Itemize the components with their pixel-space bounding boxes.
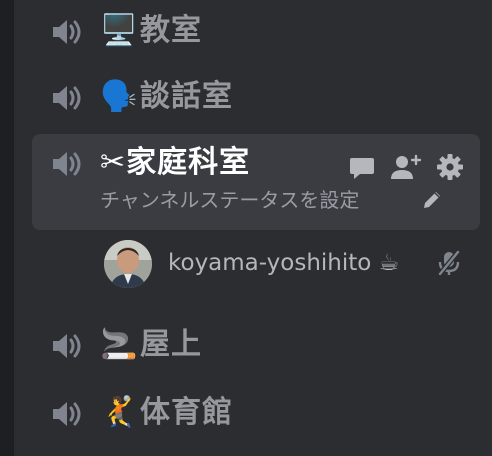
mic-muted-icon [438,250,460,276]
voice-member[interactable]: koyama-yoshihito ☕ [104,238,480,290]
channel-name: 屋上 [140,327,202,362]
channel-emoji: 🖥️ [100,13,138,48]
channel-emoji: 🚬 [100,327,138,362]
channel-name: 談話室 [140,79,233,114]
voice-channel-list: 🖥️ 教室 🗣️ 談話室 ✂家庭科室 チャンネルステータスを設定 koyama-… [0,0,492,456]
speaker-icon [53,152,81,176]
voice-channel-okujou[interactable]: 🚬 屋上 [32,316,480,376]
voice-channel-kateikashitsu[interactable]: ✂家庭科室 チャンネルステータスを設定 [32,134,480,230]
channel-emoji: 🗣️ [100,79,138,114]
channel-emoji: 🤾 [100,395,138,430]
channel-name: ✂家庭科室 [100,145,251,180]
voice-channel-danwashitsu[interactable]: 🗣️ 談話室 [32,68,480,128]
chat-bubble-icon[interactable] [348,153,376,181]
channel-actions [348,152,464,182]
speaker-icon [53,402,81,426]
speaker-icon [53,86,81,110]
channel-name: 教室 [140,13,202,48]
channel-status-prompt[interactable]: チャンネルステータスを設定 [100,186,359,214]
member-username: koyama-yoshihito ☕ [168,250,400,276]
speaker-icon [53,334,81,358]
channel-name: 体育館 [140,395,233,430]
add-member-icon[interactable] [390,153,422,181]
server-sidebar-edge [0,0,14,456]
voice-channel-kyoshitsu[interactable]: 🖥️ 教室 [32,2,480,62]
gear-icon[interactable] [436,153,464,181]
pencil-icon[interactable] [420,188,444,212]
avatar [104,240,152,288]
speaker-icon [53,20,81,44]
voice-channel-taiikukan[interactable]: 🤾 体育館 [32,384,480,444]
